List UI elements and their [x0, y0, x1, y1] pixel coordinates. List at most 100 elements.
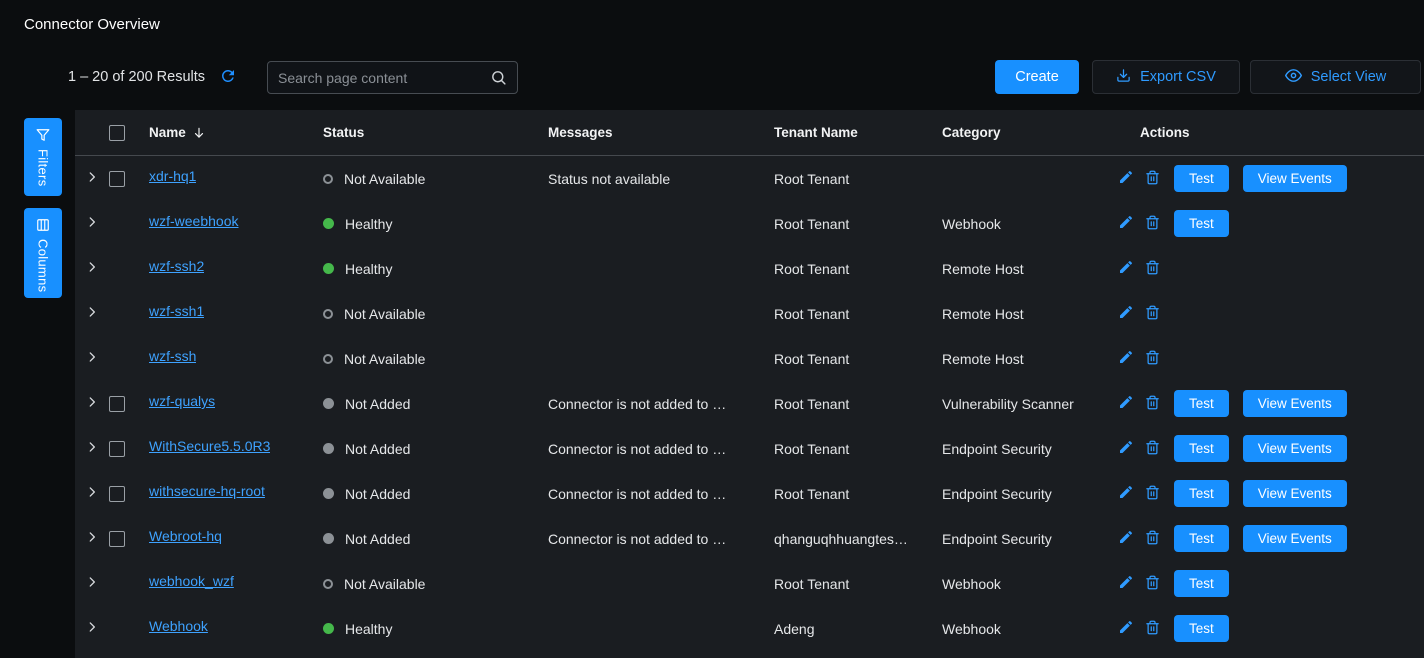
view-events-button[interactable]: View Events [1243, 525, 1347, 552]
select-all-checkbox[interactable] [109, 125, 125, 141]
create-button[interactable]: Create [995, 60, 1079, 94]
column-header-status[interactable]: Status [323, 125, 548, 140]
table-row: WithSecure5.5.0R3 Not Added Connector is… [75, 426, 1424, 471]
trash-icon [1145, 170, 1160, 188]
view-events-button[interactable]: View Events [1243, 435, 1347, 462]
expand-row-button[interactable] [85, 215, 109, 232]
connector-name-link[interactable]: wzf-qualys [149, 393, 215, 409]
status-cell: Not Added [323, 441, 548, 457]
delete-button[interactable] [1145, 485, 1160, 503]
connector-name-link[interactable]: xdr-hq1 [149, 168, 196, 184]
column-header-name[interactable]: Name [149, 125, 323, 140]
edit-button[interactable] [1118, 259, 1134, 278]
filters-tab-label: Filters [36, 149, 51, 187]
connector-name-link[interactable]: Webhook [149, 618, 208, 634]
test-button[interactable]: Test [1174, 480, 1229, 507]
expand-row-button[interactable] [85, 440, 109, 457]
pencil-icon [1118, 394, 1134, 413]
connector-name-link[interactable]: WithSecure5.5.0R3 [149, 438, 270, 454]
column-header-category[interactable]: Category [942, 125, 1118, 140]
results-bar: 1 – 20 of 200 Results [68, 60, 237, 94]
column-header-messages[interactable]: Messages [548, 125, 774, 140]
delete-button[interactable] [1145, 440, 1160, 458]
delete-button[interactable] [1145, 215, 1160, 233]
row-checkbox[interactable] [109, 531, 125, 547]
connector-name-link[interactable]: wzf-ssh2 [149, 258, 204, 274]
row-actions: Test [1118, 615, 1424, 642]
test-button[interactable]: Test [1174, 390, 1229, 417]
pencil-icon [1118, 214, 1134, 233]
message-text: Status not available [548, 171, 774, 187]
test-button[interactable]: Test [1174, 570, 1229, 597]
edit-button[interactable] [1118, 169, 1134, 188]
connector-name-link[interactable]: wzf-weebhook [149, 213, 239, 229]
status-text: Healthy [345, 216, 402, 232]
category-text: Vulnerability Scanner [942, 396, 1118, 412]
status-indicator-icon [323, 174, 333, 184]
expand-row-button[interactable] [85, 305, 109, 322]
search-input[interactable] [278, 70, 490, 86]
status-text: Not Added [345, 486, 420, 502]
status-cell: Not Available [323, 306, 548, 322]
view-events-button[interactable]: View Events [1243, 390, 1347, 417]
status-cell: Healthy [323, 621, 548, 637]
refresh-button[interactable] [219, 67, 237, 88]
columns-tab-label: Columns [36, 239, 51, 292]
expand-row-button[interactable] [85, 395, 109, 412]
delete-button[interactable] [1145, 305, 1160, 323]
sort-desc-icon [192, 126, 206, 140]
columns-tab[interactable]: Columns [24, 208, 62, 298]
edit-button[interactable] [1118, 439, 1134, 458]
test-button[interactable]: Test [1174, 525, 1229, 552]
chevron-right-icon [85, 530, 99, 547]
column-header-tenant[interactable]: Tenant Name [774, 125, 942, 140]
expand-row-button[interactable] [85, 530, 109, 547]
row-checkbox[interactable] [109, 441, 125, 457]
filters-tab[interactable]: Filters [24, 118, 62, 196]
edit-button[interactable] [1118, 574, 1134, 593]
edit-button[interactable] [1118, 394, 1134, 413]
expand-row-button[interactable] [85, 260, 109, 277]
delete-button[interactable] [1145, 260, 1160, 278]
edit-button[interactable] [1118, 304, 1134, 323]
view-events-button[interactable]: View Events [1243, 165, 1347, 192]
view-events-button[interactable]: View Events [1243, 480, 1347, 507]
test-button[interactable]: Test [1174, 165, 1229, 192]
status-cell: Not Added [323, 486, 548, 502]
tenant-name: Root Tenant [774, 441, 942, 457]
edit-button[interactable] [1118, 484, 1134, 503]
edit-button[interactable] [1118, 619, 1134, 638]
edit-button[interactable] [1118, 214, 1134, 233]
expand-row-button[interactable] [85, 485, 109, 502]
row-checkbox[interactable] [109, 396, 125, 412]
row-checkbox[interactable] [109, 486, 125, 502]
expand-row-button[interactable] [85, 575, 109, 592]
test-button[interactable]: Test [1174, 210, 1229, 237]
expand-row-button[interactable] [85, 350, 109, 367]
connector-name-link[interactable]: wzf-ssh1 [149, 303, 204, 319]
test-button[interactable]: Test [1174, 435, 1229, 462]
chevron-right-icon [85, 170, 99, 187]
expand-row-button[interactable] [85, 170, 109, 187]
export-csv-button[interactable]: Export CSV [1092, 60, 1240, 94]
connector-name-link[interactable]: wzf-ssh [149, 348, 196, 364]
row-checkbox[interactable] [109, 171, 125, 187]
delete-button[interactable] [1145, 350, 1160, 368]
connector-name-link[interactable]: withsecure-hq-root [149, 483, 265, 499]
delete-button[interactable] [1145, 620, 1160, 638]
expand-row-button[interactable] [85, 620, 109, 637]
delete-button[interactable] [1145, 395, 1160, 413]
select-view-button[interactable]: Select View [1250, 60, 1421, 94]
edit-button[interactable] [1118, 529, 1134, 548]
row-actions [1118, 304, 1424, 323]
row-actions [1118, 349, 1424, 368]
test-button[interactable]: Test [1174, 615, 1229, 642]
connector-name-link[interactable]: Webroot-hq [149, 528, 222, 544]
chevron-right-icon [85, 395, 99, 412]
edit-button[interactable] [1118, 349, 1134, 368]
connector-name-link[interactable]: webhook_wzf [149, 573, 234, 589]
delete-button[interactable] [1145, 575, 1160, 593]
delete-button[interactable] [1145, 530, 1160, 548]
delete-button[interactable] [1145, 170, 1160, 188]
status-text: Not Available [344, 171, 435, 187]
